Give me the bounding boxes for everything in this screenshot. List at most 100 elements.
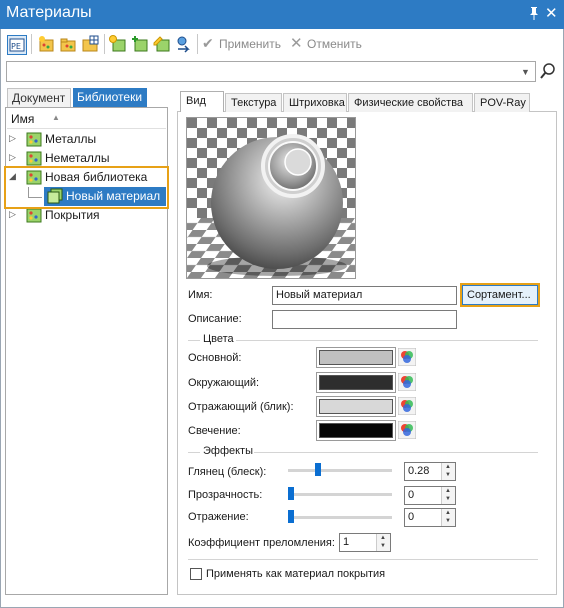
primary-color-label: Основной: (188, 352, 242, 364)
highlight-frame (4, 166, 169, 209)
section-divider (236, 340, 538, 341)
swatch-fill (319, 375, 393, 390)
emission-color-label: Свечение: (188, 425, 241, 437)
tab-texture[interactable]: Текстура (225, 93, 282, 112)
refraction-label: Коэффициент преломления: (188, 537, 335, 549)
library-icon (26, 131, 42, 147)
gloss-value: 0.28 (408, 465, 430, 477)
color-palette-icon[interactable] (397, 396, 417, 416)
tree-item-label: Металлы (45, 132, 97, 146)
library-icon (26, 207, 42, 223)
transparency-label: Прозрачность: (188, 489, 263, 501)
section-divider (254, 452, 538, 453)
colors-section-title: Цвета (203, 333, 234, 345)
search-icon[interactable] (538, 61, 558, 82)
swatch-fill (319, 423, 393, 438)
reflection-label: Отражение: (188, 511, 249, 523)
svg-text:PE: PE (11, 42, 21, 51)
add-green-material-icon[interactable] (131, 35, 149, 53)
spin-up-icon[interactable]: ▲ (445, 488, 451, 494)
expand-arrow-icon[interactable]: ▷ (9, 133, 16, 144)
specular-color-label: Отражающий (блик): (188, 401, 294, 413)
window-title: Материалы (6, 4, 92, 21)
effects-section-title: Эффекты (203, 445, 254, 457)
refraction-spinner[interactable]: 1 ▲ ▼ (339, 533, 391, 552)
spin-buttons[interactable]: ▲ ▼ (441, 487, 455, 504)
transparency-value: 0 (408, 489, 415, 501)
description-field[interactable] (272, 310, 457, 329)
search-input[interactable] (6, 61, 536, 82)
spin-down-icon[interactable]: ▼ (445, 472, 451, 478)
search-dropdown-icon[interactable]: ▼ (521, 67, 530, 77)
tab-povray[interactable]: POV-Ray (474, 93, 530, 112)
edit-material-icon[interactable] (153, 35, 171, 53)
gloss-slider-thumb[interactable] (315, 463, 322, 476)
name-label: Имя: (188, 289, 213, 301)
section-divider (188, 452, 200, 453)
cancel-button[interactable]: Отменить (307, 37, 362, 51)
swatch-fill (319, 350, 393, 365)
swatch-fill (319, 399, 393, 414)
description-label: Описание: (188, 313, 242, 325)
color-palette-icon[interactable] (397, 347, 417, 367)
specular-color-swatch[interactable] (316, 396, 396, 417)
reflection-spinner[interactable]: 0 ▲ ▼ (404, 508, 456, 527)
highlight-frame (460, 283, 540, 307)
link-material-icon[interactable] (175, 35, 193, 53)
spin-down-icon[interactable]: ▼ (445, 518, 451, 524)
color-palette-icon[interactable] (397, 372, 417, 392)
transparency-spinner[interactable]: 0 ▲ ▼ (404, 486, 456, 505)
library-icon (26, 150, 42, 166)
material-preview (186, 117, 356, 279)
tree-header[interactable]: Имя ▲ (7, 109, 166, 129)
emission-color-swatch[interactable] (316, 420, 396, 441)
transparency-slider-track[interactable] (288, 493, 392, 496)
x-icon[interactable]: ✕ (290, 34, 303, 52)
spin-buttons[interactable]: ▲ ▼ (441, 509, 455, 526)
ambient-color-swatch[interactable] (316, 372, 396, 393)
spin-down-icon[interactable]: ▼ (445, 496, 451, 502)
add-material-icon[interactable] (109, 35, 127, 53)
spin-up-icon[interactable]: ▲ (445, 464, 451, 470)
tab-document[interactable]: Документ (7, 88, 71, 107)
close-icon[interactable]: ✕ (545, 4, 558, 22)
color-palette-icon[interactable] (397, 420, 417, 440)
primary-color-swatch[interactable] (316, 347, 396, 368)
spin-buttons[interactable]: ▲ ▼ (441, 463, 455, 480)
tab-physical-properties[interactable]: Физические свойства (348, 93, 473, 112)
apply-button[interactable]: Применить (219, 37, 281, 51)
spin-up-icon[interactable]: ▲ (380, 535, 386, 541)
coating-checkbox-label: Применять как материал покрытия (206, 568, 386, 580)
tab-view[interactable]: Вид (180, 91, 224, 112)
expand-arrow-icon[interactable]: ▷ (9, 209, 16, 220)
tab-libraries[interactable]: Библиотеки (73, 88, 147, 107)
tree-item-label: Неметаллы (45, 151, 110, 165)
expand-arrow-icon[interactable]: ▷ (9, 152, 16, 163)
tree-item-metals[interactable]: ▷ Металлы (9, 130, 167, 149)
transparency-slider-thumb[interactable] (288, 487, 294, 500)
check-icon[interactable]: ✔ (202, 35, 214, 52)
properties-icon[interactable]: PE (7, 35, 27, 55)
section-divider (188, 340, 200, 341)
spin-up-icon[interactable]: ▲ (445, 510, 451, 516)
tab-hatching[interactable]: Штриховка (283, 93, 347, 112)
new-library-icon[interactable] (37, 35, 55, 53)
refraction-value: 1 (343, 536, 350, 548)
library-grid-icon[interactable] (81, 35, 99, 53)
reflection-slider-track[interactable] (288, 516, 392, 519)
spin-buttons[interactable]: ▲ ▼ (376, 534, 390, 551)
open-library-icon[interactable] (59, 35, 77, 53)
tree-header-name: Имя (11, 112, 35, 126)
coating-checkbox[interactable] (190, 568, 202, 580)
gloss-label: Глянец (блеск): (188, 466, 267, 478)
ambient-color-label: Окружающий: (188, 377, 260, 389)
name-field[interactable]: Новый материал (272, 286, 457, 305)
reflection-value: 0 (408, 511, 415, 523)
sort-asc-icon: ▲ (52, 113, 60, 122)
reflection-slider-thumb[interactable] (288, 510, 294, 523)
spin-down-icon[interactable]: ▼ (380, 543, 386, 549)
gloss-slider-track[interactable] (288, 469, 392, 472)
gloss-spinner[interactable]: 0.28 ▲ ▼ (404, 462, 456, 481)
pin-icon[interactable] (528, 6, 540, 23)
section-divider (188, 559, 538, 560)
